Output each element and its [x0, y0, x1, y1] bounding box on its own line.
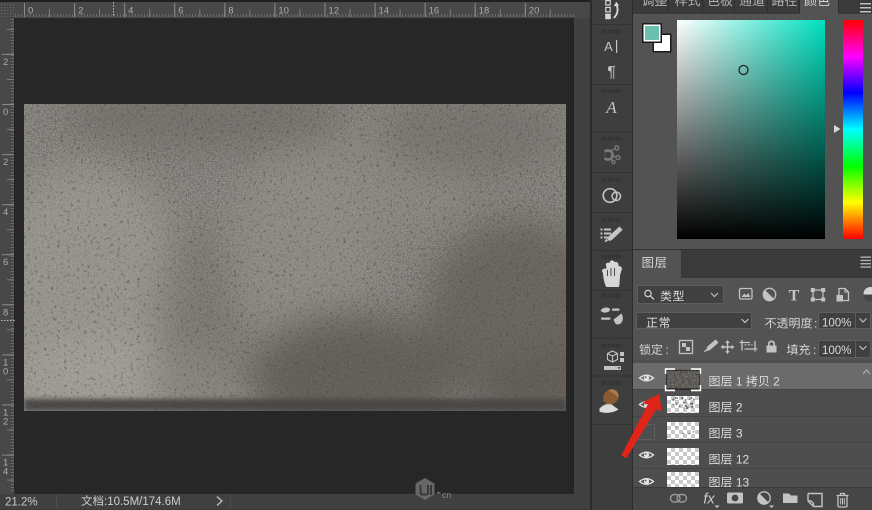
svg-text:2: 2 — [770, 375, 780, 389]
svg-text:A: A — [604, 39, 613, 54]
svg-text:2: 2 — [3, 57, 8, 68]
svg-text:3: 3 — [733, 427, 743, 441]
svg-text:2: 2 — [78, 6, 83, 17]
svg-text:14: 14 — [379, 6, 390, 17]
svg-text:4: 4 — [3, 467, 8, 478]
svg-text:¶: ¶ — [607, 64, 616, 81]
svg-text:A: A — [605, 98, 617, 117]
svg-text::: : — [813, 343, 816, 357]
svg-text:2: 2 — [733, 401, 743, 415]
svg-text:100%: 100% — [822, 318, 851, 330]
svg-text:18: 18 — [479, 6, 490, 17]
svg-text:0: 0 — [3, 107, 8, 118]
svg-text:6: 6 — [178, 6, 183, 17]
svg-text:2: 2 — [3, 157, 8, 168]
svg-text:T: T — [789, 288, 800, 305]
svg-text:21.2%: 21.2% — [5, 497, 38, 509]
svg-text:4: 4 — [3, 207, 8, 218]
svg-text::10.5M/174.6M: :10.5M/174.6M — [104, 496, 181, 508]
svg-text:16: 16 — [429, 6, 440, 17]
svg-text:10: 10 — [278, 6, 289, 17]
svg-text:12: 12 — [733, 453, 750, 467]
svg-text:8: 8 — [228, 6, 233, 17]
svg-text:1: 1 — [733, 375, 746, 389]
svg-text:cn: cn — [442, 490, 452, 500]
svg-text:2: 2 — [3, 416, 8, 427]
svg-text:6: 6 — [3, 257, 8, 268]
svg-text:12: 12 — [328, 6, 339, 17]
svg-text:4: 4 — [128, 6, 133, 17]
svg-text:20: 20 — [529, 6, 540, 17]
svg-text:8: 8 — [3, 307, 8, 318]
svg-text:100%: 100% — [822, 345, 851, 357]
svg-text::: : — [814, 317, 817, 331]
svg-text:0: 0 — [28, 6, 33, 17]
svg-text:0: 0 — [3, 366, 8, 377]
svg-text:13: 13 — [733, 476, 750, 490]
svg-text:fx: fx — [703, 492, 715, 508]
svg-text::: : — [666, 343, 669, 357]
